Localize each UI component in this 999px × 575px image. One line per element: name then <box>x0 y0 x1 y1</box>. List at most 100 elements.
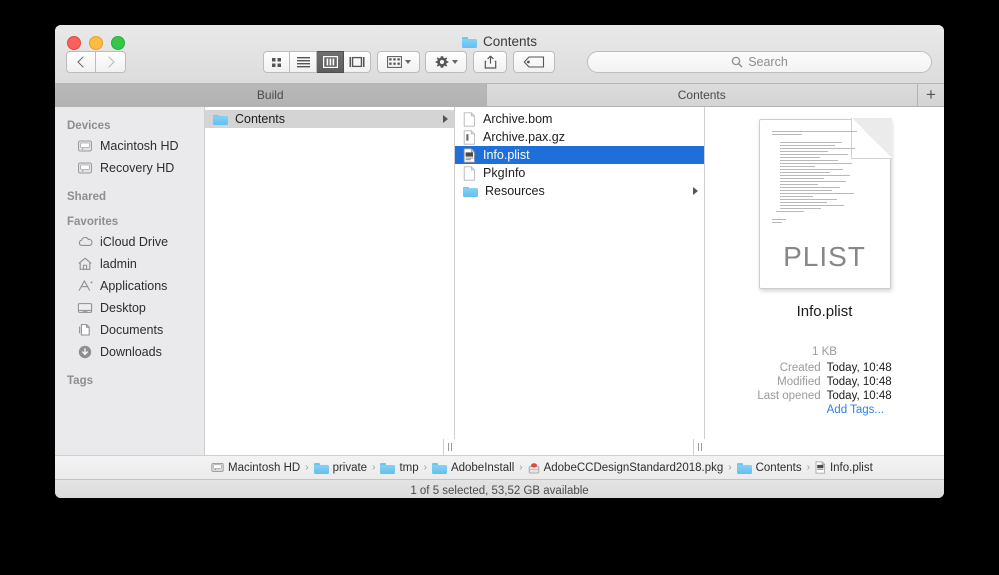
home-icon <box>77 256 93 272</box>
documents-icon <box>77 322 93 338</box>
column-item-archive-pax-gz[interactable]: Archive.pax.gz <box>455 128 704 146</box>
metadata-row-modified: Modified Today, 10:48 <box>757 375 891 389</box>
column-item-label: Archive.bom <box>483 112 553 126</box>
status-text: 1 of 5 selected, 53,52 GB available <box>410 484 589 497</box>
metadata-row-created: Created Today, 10:48 <box>757 361 892 375</box>
disclosure-arrow-icon <box>443 115 448 123</box>
sidebar-item-desktop[interactable]: Desktop <box>55 297 204 319</box>
icon-view-button[interactable] <box>263 51 290 73</box>
tab-label: Contents <box>677 88 726 102</box>
hard-disk-icon <box>211 462 224 472</box>
breadcrumb-macintosh-hd[interactable]: Macintosh HD <box>211 462 300 474</box>
breadcrumb-label: AdobeInstall <box>450 461 515 474</box>
sidebar-item-label: Documents <box>100 323 164 337</box>
sidebar-item-recovery-hd[interactable]: Recovery HD <box>55 157 204 179</box>
column-item-resources[interactable]: Resources <box>455 182 704 200</box>
gear-icon <box>435 56 448 68</box>
status-bar: 1 of 5 selected, 53,52 GB available <box>55 479 944 498</box>
breadcrumb-adobeinstall[interactable]: AdobeInstall <box>431 461 515 474</box>
path-bar: Macintosh HD › private › tmp › AdobeInst… <box>55 455 944 479</box>
preview-file-name: Info.plist <box>796 303 853 320</box>
column-item-archive-bom[interactable]: Archive.bom <box>455 110 704 128</box>
arrange-group <box>377 51 420 73</box>
sidebar-header-shared: Shared <box>67 191 106 203</box>
breadcrumb-separator: › <box>372 462 376 473</box>
chevron-left-icon <box>76 56 89 68</box>
chevron-right-icon <box>103 56 115 68</box>
column-item-label: Resources <box>485 184 545 198</box>
add-tags-link[interactable]: Add Tags... <box>827 403 892 417</box>
search-icon <box>731 56 743 68</box>
sidebar-header-tags: Tags <box>67 375 93 387</box>
preview-file-size: 1 KB <box>812 346 837 358</box>
list-view-button[interactable] <box>290 51 317 73</box>
breadcrumb-separator: › <box>806 462 810 473</box>
metadata-key: Modified <box>777 376 821 388</box>
search-field[interactable]: Search <box>587 51 932 73</box>
metadata-key: Last opened <box>757 390 821 402</box>
action-button[interactable] <box>425 51 467 73</box>
sidebar-header-devices: Devices <box>67 120 111 132</box>
column-resize-handle[interactable] <box>693 439 705 455</box>
breadcrumb-contents[interactable]: Contents <box>736 461 802 474</box>
column-item-label: PkgInfo <box>483 166 526 180</box>
folder-icon <box>313 462 329 474</box>
metadata-value: Today, 10:48 <box>826 376 892 388</box>
view-mode-control <box>263 51 371 73</box>
columns-icon <box>322 56 338 68</box>
sidebar: Devices Macintosh HD Recovery HD Shared … <box>55 107 205 455</box>
window-title: Contents <box>55 34 944 49</box>
back-button[interactable] <box>66 51 96 73</box>
sidebar-item-ladmin[interactable]: ladmin <box>55 253 204 275</box>
edit-tags-button[interactable] <box>513 51 555 73</box>
breadcrumb-separator: › <box>728 462 732 473</box>
new-tab-button[interactable]: + <box>918 84 944 106</box>
sidebar-item-icloud-drive[interactable]: iCloud Drive <box>55 231 204 253</box>
breadcrumb-tmp[interactable]: tmp <box>380 462 419 474</box>
column-item-info-plist[interactable]: Info.plist <box>455 146 704 164</box>
column-item-pkginfo[interactable]: PkgInfo <box>455 164 704 182</box>
sidebar-item-documents[interactable]: Documents <box>55 319 204 341</box>
desktop-icon <box>77 300 93 316</box>
document-icon <box>463 165 476 181</box>
title-bar: Contents Search <box>55 25 944 84</box>
tab-contents[interactable]: Contents <box>486 84 918 106</box>
sidebar-item-label: iCloud Drive <box>100 235 169 249</box>
breadcrumb-private[interactable]: private <box>313 462 367 474</box>
chevron-down-icon <box>404 60 411 64</box>
window-body: Devices Macintosh HD Recovery HD Shared … <box>55 107 944 455</box>
breadcrumb-separator: › <box>423 462 427 473</box>
metadata-value: Today, 10:48 <box>826 362 892 374</box>
sidebar-header-favorites: Favorites <box>67 216 119 228</box>
column-item-contents[interactable]: Contents <box>205 110 454 128</box>
breadcrumb-label: Contents <box>755 461 802 474</box>
tab-build[interactable]: Build <box>55 84 487 106</box>
file-preview-icon: PLIST <box>758 118 892 289</box>
plist-icon <box>463 147 476 163</box>
forward-button[interactable] <box>96 51 126 73</box>
column-item-label: Contents <box>235 112 286 126</box>
folder-icon <box>213 113 228 125</box>
package-icon <box>528 462 539 473</box>
breadcrumb-info-plist[interactable]: Info.plist <box>815 461 873 474</box>
breadcrumb-separator: › <box>519 462 523 473</box>
hard-disk-icon <box>77 160 93 176</box>
sidebar-item-macintosh-hd[interactable]: Macintosh HD <box>55 135 204 157</box>
gallery-view-button[interactable] <box>344 51 371 73</box>
column-view-button[interactable] <box>317 51 344 73</box>
arrange-button[interactable] <box>377 51 420 73</box>
cloud-icon <box>77 234 93 250</box>
breadcrumb-package[interactable]: AdobeCCDesignStandard2018.pkg <box>528 462 723 474</box>
sidebar-item-label: Recovery HD <box>100 161 175 175</box>
column-item-label: Archive.pax.gz <box>483 130 565 144</box>
sidebar-item-label: ladmin <box>100 257 137 271</box>
metadata-key: Created <box>779 362 821 374</box>
sidebar-item-label: Desktop <box>100 301 146 315</box>
sidebar-item-applications[interactable]: Applications <box>55 275 204 297</box>
breadcrumb-label: Info.plist <box>829 461 873 474</box>
grid-icon <box>272 57 281 67</box>
sidebar-item-downloads[interactable]: Downloads <box>55 341 204 363</box>
share-button[interactable] <box>473 51 507 73</box>
column-resize-handle[interactable] <box>443 439 455 455</box>
metadata-row-last-opened: Last opened Today, 10:48 <box>757 389 891 403</box>
